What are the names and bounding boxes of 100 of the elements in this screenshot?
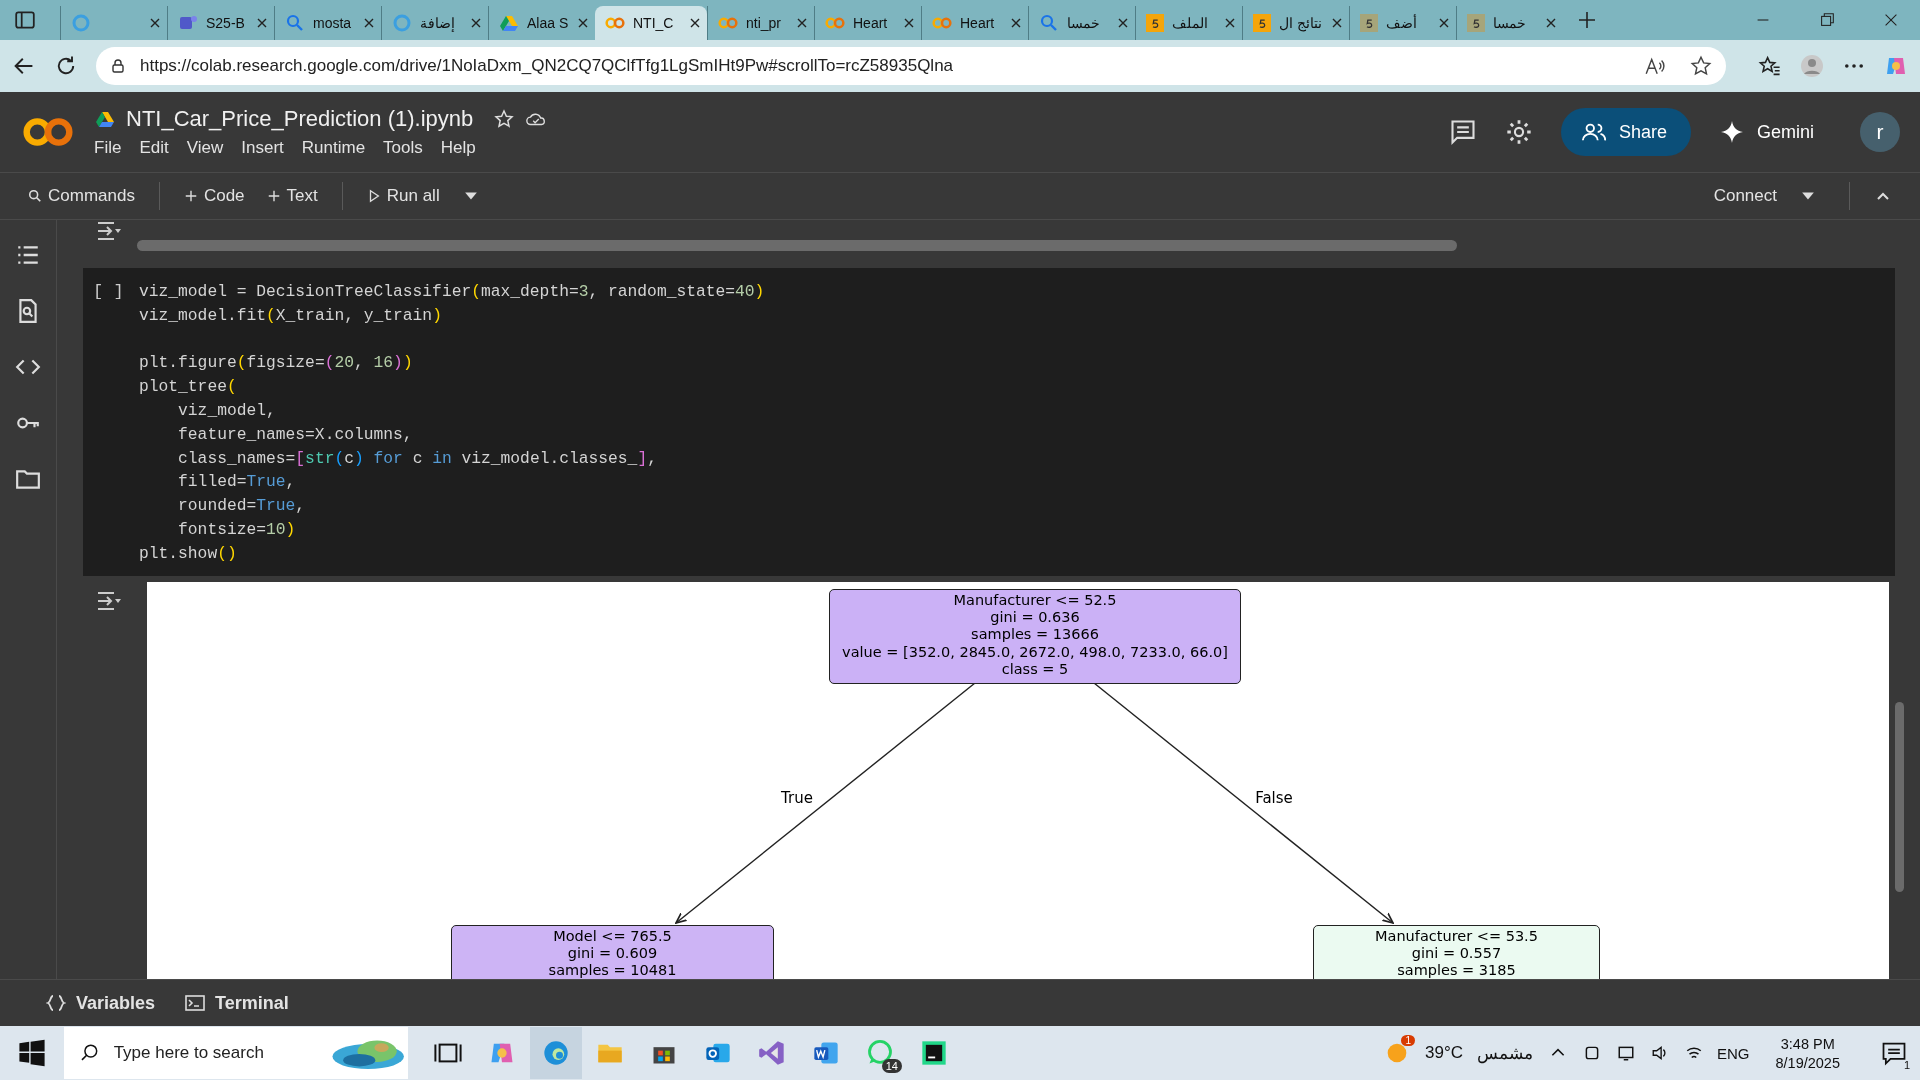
menu-item[interactable]: Edit [139,138,169,158]
run-indicator[interactable]: [ ] [93,280,139,566]
visual-studio-icon[interactable] [758,1039,786,1067]
close-icon[interactable] [1545,17,1557,29]
menu-item[interactable]: Runtime [301,138,366,158]
browser-tab[interactable]: NTI_C [595,6,707,40]
commands-button[interactable]: Commands [22,186,141,206]
variables-button[interactable]: Variables [38,992,164,1014]
search-icon [1039,13,1059,33]
star-icon[interactable] [1690,55,1712,77]
code-cell[interactable] [83,268,1895,576]
tab-title: nti_pr [746,15,783,31]
close-icon[interactable] [256,17,268,29]
account-avatar[interactable]: r [1860,112,1900,152]
share-button[interactable]: Share [1560,108,1691,156]
code-line: plot_tree( [139,376,238,399]
colab-logo[interactable] [22,116,74,148]
code-line: viz_model.fit(X_train, y_train) [139,304,443,327]
menu-item[interactable]: View [186,138,224,158]
five-icon [1146,14,1164,32]
close-icon[interactable] [363,17,375,29]
people-icon [1580,121,1607,143]
node-text: samples = 10481 [547,962,678,979]
favorites-icon[interactable] [1758,54,1782,78]
close-icon[interactable] [796,17,808,29]
edge-label: False [1254,788,1294,807]
code-line: viz_model, [177,400,277,422]
code-line: rounded=True, [177,495,307,518]
pycharm-icon[interactable] [920,1039,948,1067]
code-line: fontsize=10) [177,518,297,541]
code-line: filled=True, [177,471,297,494]
tab-title: Alaa S [527,15,569,31]
run-all-button[interactable]: Run all [360,186,446,206]
close-icon[interactable] [689,17,701,29]
add-code-button[interactable]: Code [177,186,251,206]
read-aloud-icon[interactable] [1644,55,1666,77]
tab-title: S25-B [206,15,246,31]
output-toggle-icon[interactable] [95,220,123,242]
tab-title: Heart [960,15,996,31]
code-line: feature_names=X.columns, [177,423,414,446]
code-line: class_names=[str(c) for c in viz_model.classes_], [177,447,658,470]
tab-actions-icon[interactable] [14,9,36,31]
add-text-button[interactable]: Text [260,186,324,206]
five-icon [1467,14,1485,32]
connect-button[interactable]: Connect [1707,186,1783,206]
search-input[interactable]: Type here to search [111,1042,316,1064]
search-icon [285,13,305,33]
close-icon[interactable] [903,17,915,29]
notebook-title[interactable]: NTI_Car_Price_Prediction (1).ipynb [126,106,474,132]
close-icon[interactable] [470,17,482,29]
language-indicator[interactable]: ENG [1716,1044,1750,1062]
output-toggle-icon[interactable] [95,589,123,612]
close-icon[interactable] [1438,17,1450,29]
plus-icon [183,189,198,203]
clock-time: 3:48 PM [1780,1035,1835,1052]
terminal-button[interactable]: Terminal [177,992,297,1014]
five-icon [1253,14,1271,32]
ring-icon [71,13,91,33]
node-text: Manufacturer <= 52.5 [952,591,1118,609]
code-line: plt.show() [139,542,238,565]
start-icon[interactable] [18,1039,46,1067]
new-tab-icon[interactable] [1577,10,1597,30]
close-icon[interactable] [1224,17,1236,29]
menu-item[interactable]: Tools [383,138,423,158]
close-icon[interactable] [577,17,589,29]
profile-icon[interactable] [1800,54,1824,78]
close-icon[interactable] [1331,17,1343,29]
tab-title: إضافة [420,15,456,31]
scrollbar[interactable] [1895,701,1904,892]
drive-icon[interactable] [94,109,116,129]
restore-icon[interactable] [1818,11,1836,29]
close-icon[interactable] [149,17,161,29]
close-icon[interactable] [1117,17,1129,29]
node-text: class = 5 [1000,661,1070,679]
address-bar[interactable]: https://colab.research.google.com/drive/1NoIaDxm_QN2CQ7QClfTfg1LgSmIHt9Pw#scrollTo=rcZ58935Qlna [96,47,1726,85]
drive-icon [499,13,519,33]
menu-item[interactable]: File [94,138,122,158]
comment-icon[interactable] [1448,118,1477,146]
tab-title: نتائج ال [1279,15,1323,31]
gemini-button[interactable]: Gemini [1719,121,1814,143]
menu-item[interactable]: Insert [241,138,284,158]
notification-badge: 1 [1401,1035,1415,1046]
url-text: https://colab.research.google.com/drive/1NoIaDxm_QN2CQ7QClfTfg1LgSmIHt9Pw#scrollTo=rcZ58935Qlna [140,56,955,76]
tab-title: خمسا [1493,15,1527,31]
code-line: plt.figure(figsize=(20, 16)) [139,352,414,375]
edge-icon[interactable] [542,1039,570,1067]
node-text: samples = 13666 [970,626,1100,644]
taskbar-search-field[interactable]: Type here to search [64,1027,408,1079]
code-line: viz_model = DecisionTreeClassifier(max_depth=3, random_state=40) [139,281,765,303]
node-text: Manufacturer <= 53.5 [1374,927,1539,945]
menu-item[interactable]: Help [440,138,476,158]
network-icon[interactable] [1616,1044,1635,1062]
tab-title: أضف [1386,15,1418,31]
settings-icon[interactable] [1504,118,1533,146]
node-text: gini = 0.609 [566,944,659,963]
star-icon[interactable] [493,109,516,129]
notification-badge: 14 [881,1059,902,1073]
scrollbar[interactable] [137,240,1457,251]
plus-icon [266,189,281,203]
close-icon[interactable] [1010,17,1022,29]
